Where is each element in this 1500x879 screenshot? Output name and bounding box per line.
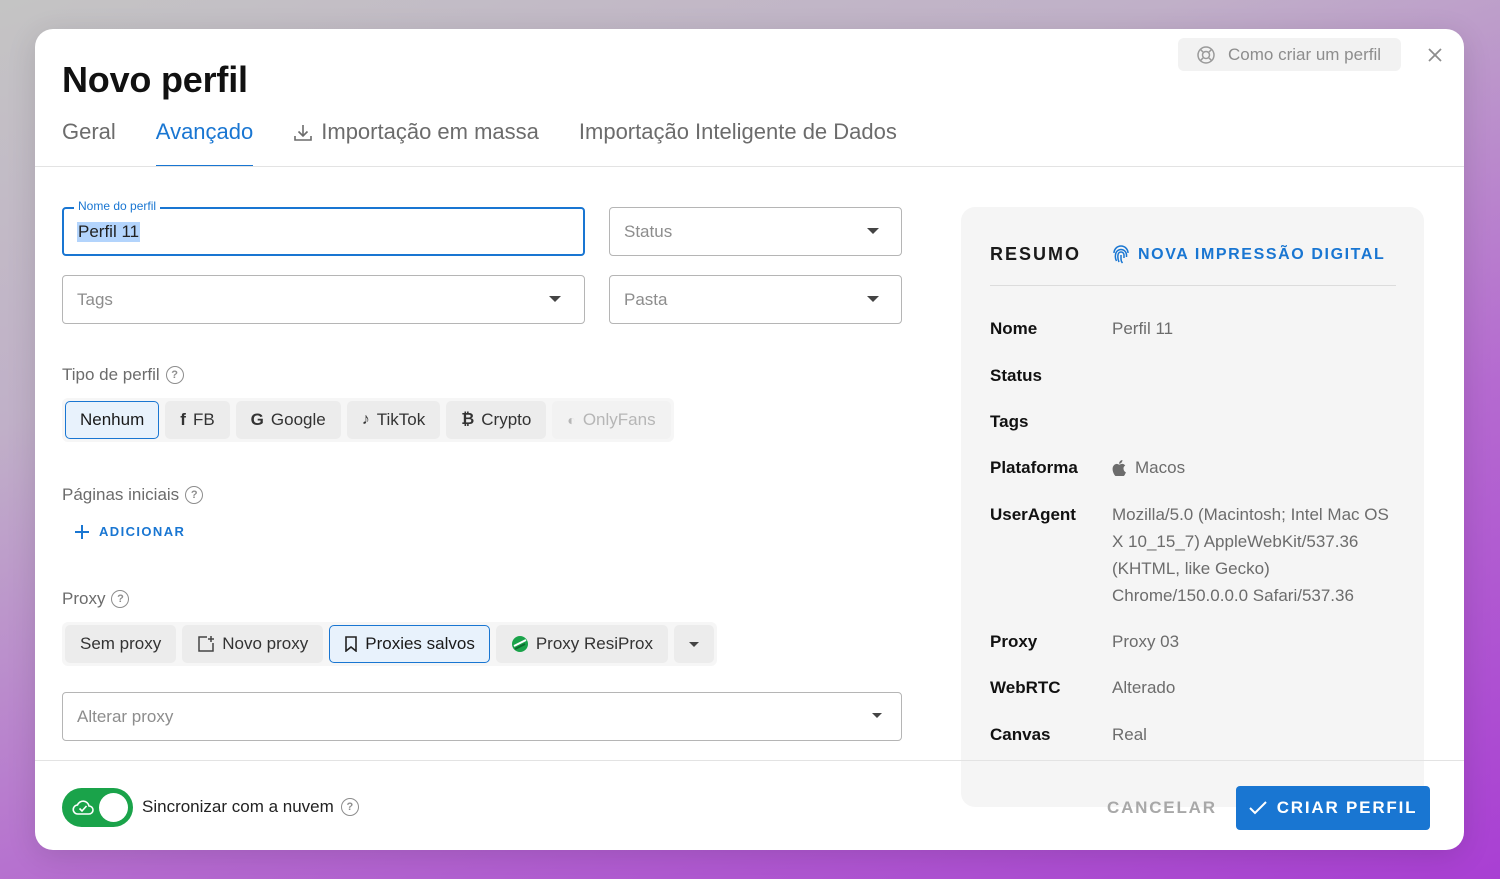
change-proxy-placeholder: Alterar proxy — [77, 706, 174, 726]
folder-select[interactable]: Pasta — [609, 275, 902, 324]
tags-placeholder: Tags — [77, 289, 113, 309]
summary-row-name: Nome Perfil 11 — [990, 319, 1174, 338]
proxy-resiprox[interactable]: Proxy ResiProx — [495, 625, 668, 663]
profile-type-none[interactable]: Nenhum — [65, 401, 160, 439]
onlyfans-icon: ◐ — [567, 412, 576, 428]
start-pages-label: Páginas iniciais ? — [62, 485, 204, 505]
apple-icon — [1112, 459, 1126, 476]
facebook-icon: f — [180, 410, 186, 429]
proxy-new[interactable]: Novo proxy — [182, 625, 324, 663]
help-icon[interactable]: ? — [185, 486, 204, 504]
profile-type-tiktok[interactable]: ♪ TikTok — [346, 401, 441, 439]
summary-row-status: Status — [990, 366, 1042, 385]
change-proxy-select[interactable]: Alterar proxy — [62, 692, 902, 741]
summary-row-tags: Tags — [990, 412, 1029, 431]
help-icon[interactable]: ? — [111, 590, 130, 608]
profile-type-google[interactable]: G Google — [235, 401, 341, 439]
lifebuoy-icon — [1197, 45, 1215, 64]
footer-divider — [35, 760, 1464, 761]
profile-name-value: Perfil 11 — [77, 221, 141, 242]
resiprox-logo-icon — [511, 636, 528, 652]
page-title: Novo perfil — [62, 59, 248, 100]
tab-general[interactable]: Geral — [62, 119, 116, 167]
proxy-more-dropdown[interactable] — [673, 625, 714, 663]
create-profile-button[interactable]: CRIAR PERFIL — [1236, 786, 1430, 830]
tabs-divider — [35, 166, 1464, 167]
add-start-page-button[interactable]: ADICIONAR — [75, 524, 185, 539]
chevron-down-icon — [872, 713, 882, 718]
tiktok-icon: ♪ — [361, 411, 370, 428]
download-icon — [294, 125, 313, 141]
profile-name-label: Nome do perfil — [74, 199, 161, 213]
cloud-icon — [72, 800, 94, 815]
cloud-sync-label: Sincronizar com a nuvem ? — [142, 797, 359, 817]
summary-row-webrtc: WebRTC Alterado — [990, 678, 1176, 697]
plus-icon — [75, 524, 89, 539]
tab-bulk-import[interactable]: Importação em massa — [293, 119, 539, 167]
folder-placeholder: Pasta — [624, 289, 668, 309]
cancel-button[interactable]: CANCELAR — [1107, 798, 1217, 818]
proxy-label: Proxy ? — [62, 589, 130, 609]
new-profile-dialog: Novo perfil Como criar um perfil Geral A… — [35, 29, 1464, 850]
summary-row-platform: Plataforma Macos — [990, 458, 1186, 477]
status-placeholder: Status — [624, 221, 673, 241]
tab-smart-import[interactable]: Importação Inteligente de Dados — [579, 119, 897, 167]
new-fingerprint-link[interactable]: NOVA IMPRESSÃO DIGITAL — [1111, 244, 1385, 265]
profile-name-input[interactable]: Nome do perfil Perfil 11 — [62, 199, 585, 256]
proxy-none[interactable]: Sem proxy — [65, 625, 177, 663]
help-button-label: Como criar um perfil — [1228, 44, 1382, 64]
summary-row-canvas: Canvas Real — [990, 725, 1147, 744]
chevron-down-icon — [867, 228, 879, 234]
summary-row-proxy: Proxy Proxy 03 — [990, 632, 1180, 651]
status-select[interactable]: Status — [609, 207, 902, 256]
summary-divider — [990, 285, 1396, 286]
profile-type-selector: Nenhum f FB G Google ♪ TikTok ₿ Crypto ◐… — [62, 398, 674, 442]
help-icon[interactable]: ? — [165, 366, 184, 384]
chevron-down-icon — [867, 296, 879, 302]
close-button[interactable] — [1424, 44, 1446, 66]
proxy-selector: Sem proxy Novo proxy Proxies salvos Prox… — [62, 622, 717, 666]
proxy-saved[interactable]: Proxies salvos — [329, 625, 490, 663]
summary-row-useragent: UserAgent Mozilla/5.0 (Macintosh; Intel M… — [990, 505, 1389, 605]
google-icon: G — [250, 410, 264, 429]
fingerprint-icon — [1113, 244, 1129, 263]
profile-type-fb[interactable]: f FB — [165, 401, 230, 439]
tab-bar: Geral Avançado Importação em massa Impor… — [62, 119, 937, 167]
profile-type-onlyfans: ◐ OnlyFans — [552, 401, 671, 439]
profile-type-crypto[interactable]: ₿ Crypto — [446, 401, 547, 439]
bookmark-icon — [345, 636, 358, 652]
help-icon[interactable]: ? — [340, 798, 359, 816]
close-icon — [1428, 48, 1442, 62]
cloud-sync-toggle[interactable] — [62, 788, 133, 827]
check-icon — [1248, 801, 1267, 815]
summary-title: RESUMO — [990, 244, 1082, 264]
how-to-create-profile-button[interactable]: Como criar um perfil — [1178, 38, 1401, 71]
profile-type-label: Tipo de perfil ? — [62, 365, 184, 385]
summary-header: RESUMO NOVA IMPRESSÃO DIGITAL — [990, 244, 1385, 265]
tab-advanced[interactable]: Avançado — [155, 119, 254, 167]
add-box-icon — [198, 636, 215, 652]
caret-down-icon — [688, 641, 699, 647]
summary-panel: RESUMO NOVA IMPRESSÃO DIGITAL Nome Perfil… — [961, 207, 1424, 807]
tags-select[interactable]: Tags — [62, 275, 585, 324]
chevron-down-icon — [549, 296, 561, 302]
toggle-knob — [99, 793, 128, 822]
bitcoin-icon: ₿ — [461, 411, 475, 428]
